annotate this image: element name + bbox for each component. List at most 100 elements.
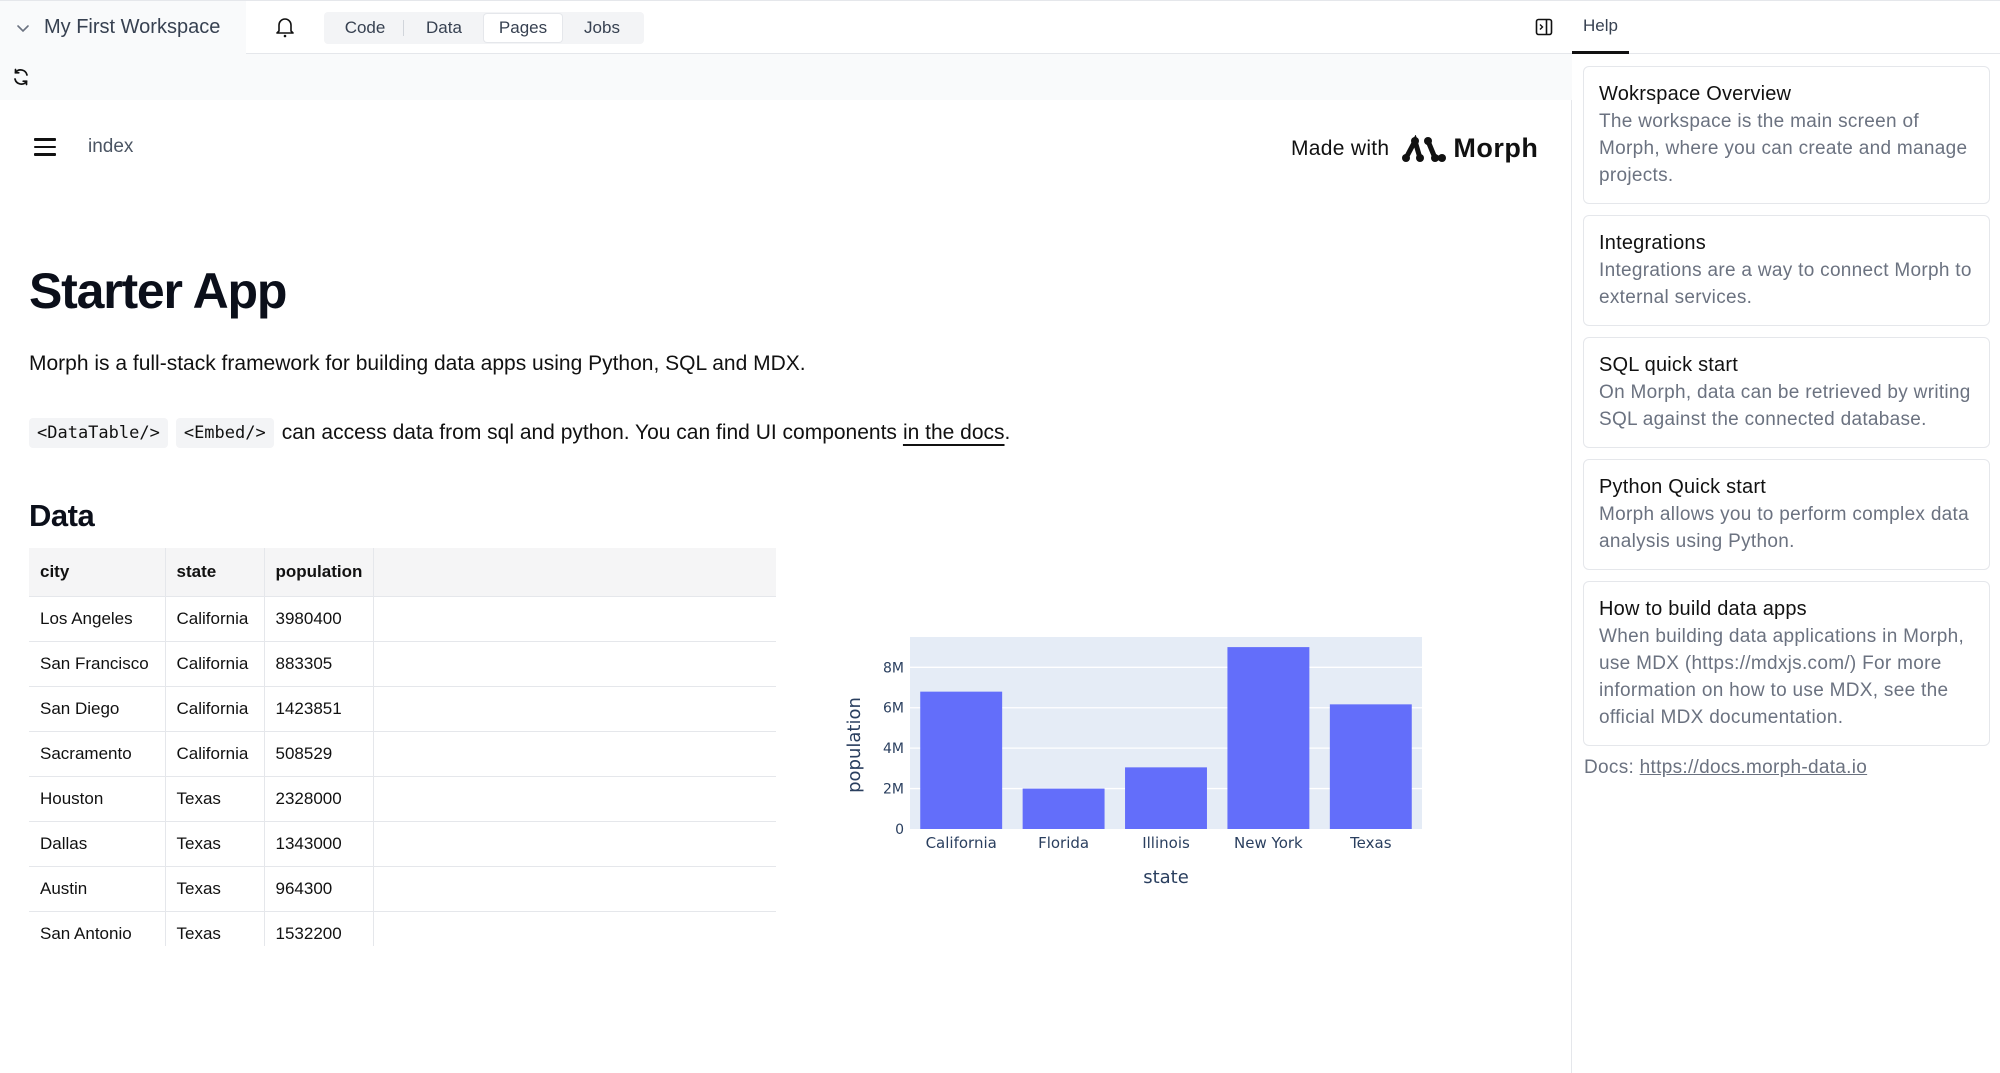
workspace-selector[interactable]: My First Workspace [0,1,246,54]
tab-code[interactable]: Code [326,14,404,42]
help-card-title: SQL quick start [1599,354,1738,376]
table-row[interactable]: Sacramento California 508529 [29,731,776,777]
bar-texas [1329,704,1412,829]
cell-filler [373,641,776,687]
y-tick-label: 0 [895,822,904,838]
cell-city: Dallas [29,821,166,867]
x-tick-label: New York [1234,834,1303,852]
table-row[interactable]: Austin Texas 964300 [29,866,776,912]
cell-state: California [165,641,265,687]
cell-state: Texas [165,911,265,946]
view-tabs: Code Data Pages Jobs [324,12,644,44]
help-card[interactable]: SQL quick start On Morph, data can be ret… [1583,337,1990,448]
made-with-morph[interactable]: Made with Morph [1291,133,1538,164]
intro-text: Morph is a full-stack framework for buil… [29,352,806,375]
y-tick-label: 4M [883,741,904,757]
cell-state: Texas [165,776,265,822]
help-card[interactable]: Python Quick start Morph allows you to pe… [1583,459,1990,570]
table-row[interactable]: Los Angeles California 3980400 [29,596,776,642]
table-header-row: city state population [29,548,776,597]
bar-california [920,691,1003,829]
help-card-description: When building data applications in Morph… [1599,626,1965,728]
cell-filler [373,731,776,777]
page-title: Starter App [29,263,287,319]
period: . [1004,421,1011,444]
refresh-icon[interactable] [11,67,31,87]
cell-state: California [165,731,265,777]
x-tick-label: Florida [1038,834,1089,852]
cell-filler [373,821,776,867]
column-header-population[interactable]: population [264,548,375,597]
y-tick-label: 2M [883,782,904,798]
help-card[interactable]: Wokrspace Overview The workspace is the m… [1583,66,1990,204]
cell-population: 1343000 [264,821,375,867]
docs-url-link[interactable]: https://docs.morph-data.io [1640,757,1867,778]
x-tick-label: California [926,834,997,852]
cell-filler [373,596,776,642]
cell-filler [373,686,776,732]
help-card-title: Python Quick start [1599,476,1766,498]
table-row[interactable]: Dallas Texas 1343000 [29,821,776,867]
help-card-title: Wokrspace Overview [1599,83,1792,105]
help-card-description: The workspace is the main screen of Morp… [1599,111,1968,186]
help-card-description: On Morph, data can be retrieved by writi… [1599,382,1971,430]
docs-label: Docs: [1584,757,1635,778]
bar-illinois [1125,767,1207,829]
table-row[interactable]: San Diego California 1423851 [29,686,776,732]
y-tick-label: 6M [883,701,904,717]
table-row[interactable]: San Antonio Texas 1532200 [29,911,776,946]
population-bar-chart: 0 2M 4M 6M 8M California Florida Illinois New Yo… [830,620,1450,900]
help-panel: Help Wokrspace Overview The workspace is … [1572,0,2000,1073]
help-card[interactable]: How to build data apps When building data… [1583,581,1990,746]
cell-filler [373,911,776,946]
help-card[interactable]: Integrations Integrations are a way to co… [1583,215,1990,326]
y-tick-label: 8M [883,660,904,676]
tab-help[interactable]: Help [1572,1,1629,54]
made-with-label: Made with [1291,136,1390,160]
cell-city: Austin [29,866,166,912]
help-cards: Wokrspace Overview The workspace is the m… [1583,66,1990,779]
tab-data[interactable]: Data [404,14,484,42]
cell-city: Sacramento [29,731,166,777]
cell-population: 1423851 [264,686,375,732]
docs-footer: Docs: https://docs.morph-data.io [1583,757,1990,779]
bell-icon[interactable] [274,15,296,39]
y-axis-label: population [844,697,865,793]
cell-state: Texas [165,866,265,912]
x-tick-label: Texas [1349,834,1392,852]
brand-name: Morph [1453,133,1539,163]
tab-pages[interactable]: Pages [484,14,562,42]
panel-right-icon[interactable] [1535,18,1553,36]
help-tabs: Help [1572,0,2000,54]
workspace-name: My First Workspace [44,16,221,38]
column-header-state[interactable]: state [165,548,265,597]
components-description: can access data from sql and python. You… [281,421,897,444]
help-card-title: How to build data apps [1599,598,1807,620]
cell-population: 508529 [264,731,375,777]
docs-link[interactable]: in the docs [903,421,1005,445]
cell-population: 3980400 [264,596,375,642]
column-header-city[interactable]: city [29,548,166,597]
cell-filler [373,776,776,822]
chevron-down-icon [17,24,29,32]
breadcrumb[interactable]: index [88,136,133,158]
column-filler [373,548,776,597]
top-bar: My First Workspace Code Data Pages Jobs [0,0,1572,54]
data-table: city state population Los Angeles Califor… [29,548,776,946]
cell-city: San Francisco [29,641,166,687]
table-row[interactable]: San Francisco California 883305 [29,641,776,687]
toolbar [0,54,1572,100]
components-text: <DataTable/> <Embed/> can access data fr… [29,418,1010,448]
cell-filler [373,866,776,912]
chart-svg: 0 2M 4M 6M 8M California Florida Illinois New Yo… [844,637,1422,888]
code-datatable: <DataTable/> [29,418,168,448]
x-axis-label: state [1143,867,1189,888]
hamburger-icon[interactable] [34,138,56,156]
data-heading: Data [29,498,95,533]
cell-city: San Antonio [29,911,166,946]
cell-city: San Diego [29,686,166,732]
tab-jobs[interactable]: Jobs [562,14,642,42]
cell-population: 2328000 [264,776,375,822]
table-row[interactable]: Houston Texas 2328000 [29,776,776,822]
cell-population: 964300 [264,866,375,912]
